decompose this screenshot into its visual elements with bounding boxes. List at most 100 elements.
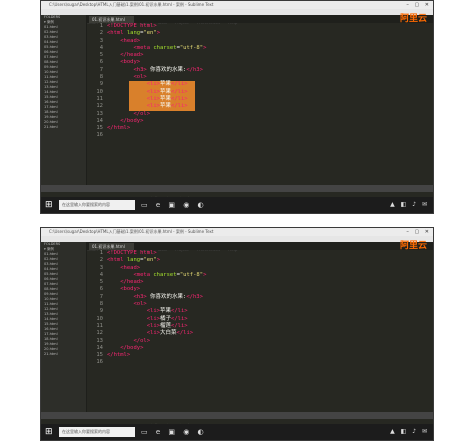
code-token: </body>	[120, 117, 144, 124]
window-controls[interactable]: – ▢ ✕	[406, 229, 431, 235]
code-line: <html lang="en">	[107, 30, 427, 37]
status-bar: Line 11, Column 21; Saved C:\Users\sugar…	[41, 412, 433, 428]
line-number: 14	[96, 344, 103, 351]
sublime-window-2: C:\Users\sugar\Desktop\HTML入门基础\1.案例\01.…	[40, 227, 434, 441]
code-token: >	[203, 44, 207, 51]
system-tray-icons[interactable]: ▲ ◧ ♪ ✉	[390, 427, 429, 437]
line-number: 8	[99, 301, 103, 308]
code-token: 大白菜	[160, 330, 177, 337]
code-line: <head>	[107, 38, 427, 45]
code-token: <html	[107, 30, 127, 37]
line-gutter: 1 2 3 4 5 6 7 8 9 10 11 12 13 14 15 16	[87, 23, 103, 185]
code-token: charset	[153, 271, 177, 278]
code-token: </head>	[120, 52, 144, 59]
code-token: 苹果	[160, 103, 172, 110]
code-line: <li>苹果</li>	[107, 89, 427, 96]
code-line: <h3> 你喜欢的水果:</h3>	[107, 294, 427, 301]
windows-start-icon[interactable]: ⊞	[45, 200, 53, 210]
code-token: 苹果	[160, 81, 172, 88]
code-token: </ol>	[133, 110, 151, 117]
window-controls[interactable]: – ▢ ✕	[406, 2, 431, 8]
code-token: <!DOCTYPE html>	[107, 250, 157, 256]
code-token: <html	[107, 257, 127, 264]
code-token: <li>	[146, 88, 160, 95]
sublime-window-1: C:\Users\sugar\Desktop\HTML入门基础\1.案例\01.…	[40, 0, 434, 214]
code-token: </li>	[171, 315, 188, 322]
line-number: 6	[99, 59, 103, 66]
sidebar: FOLDERS ▾ 案例 01.html 02.html 03.html 04.html 0…	[41, 15, 87, 185]
code-token: <head>	[120, 37, 141, 44]
taskbar-app-icons[interactable]: ▭ e ▣ ◉ ◐	[141, 200, 207, 210]
code-line: </ol>	[107, 338, 427, 345]
code-token: <li>	[146, 322, 160, 329]
line-number: 10	[96, 315, 103, 322]
line-number: 15	[96, 125, 103, 132]
line-number: 11	[96, 95, 103, 102]
line-number: 5	[99, 52, 103, 59]
code-line: <!DOCTYPE html>	[107, 23, 427, 30]
code-token: "utf-8"	[179, 44, 204, 51]
windows-taskbar: ⊞ 在这里输入你要搜索的内容 ▭ e ▣ ◉ ◐ ▲ ◧ ♪ ✉	[41, 197, 433, 213]
code-token: lang	[126, 30, 141, 37]
line-number: 9	[99, 81, 103, 88]
code-line: </body>	[107, 118, 427, 125]
code-line: </html>	[107, 352, 427, 359]
code-token: </li>	[171, 88, 188, 95]
line-gutter: 1 2 3 4 5 6 7 8 9 10 11 12 13 14 15 16	[87, 250, 103, 412]
code-line: <body>	[107, 286, 427, 293]
code-editor[interactable]: <!DOCTYPE html> <html lang="en"> <head> <…	[107, 250, 427, 412]
taskbar-search-input[interactable]: 在这里输入你要搜索的内容	[59, 427, 135, 437]
code-token: <li>	[146, 95, 160, 102]
code-line: <li>大白菜</li>	[107, 330, 427, 337]
code-token: >	[156, 30, 160, 37]
code-line: <html lang="en">	[107, 257, 427, 264]
code-token: </h3>	[186, 293, 203, 300]
code-line: <meta charset="utf-8">	[107, 272, 427, 279]
code-line: </html>	[107, 125, 427, 132]
line-number: 9	[99, 308, 103, 315]
taskbar-search-input[interactable]: 在这里输入你要搜索的内容	[59, 200, 135, 210]
line-number: 13	[96, 110, 103, 117]
line-number: 16	[96, 359, 103, 366]
code-token: </html>	[107, 352, 131, 359]
tab-file[interactable]: 01.初识水果.html	[89, 16, 134, 23]
line-number: 2	[99, 257, 103, 264]
code-token: 苹果	[160, 88, 172, 95]
code-line: <body>	[107, 59, 427, 66]
sidebar-item[interactable]: 21.html	[41, 125, 86, 130]
tab-file[interactable]: 01.初识水果.html	[89, 243, 134, 250]
code-token: </li>	[171, 103, 188, 110]
sidebar-item[interactable]: 21.html	[41, 352, 86, 357]
line-number: 3	[99, 264, 103, 271]
code-token: <li>	[146, 315, 160, 322]
code-editor[interactable]: <!DOCTYPE html> <html lang="en"> <head> <…	[107, 23, 427, 185]
taskbar-app-icons[interactable]: ▭ e ▣ ◉ ◐	[141, 427, 207, 437]
windows-start-icon[interactable]: ⊞	[45, 427, 53, 437]
title-bar: C:\Users\sugar\Desktop\HTML入门基础\1.案例\01.…	[41, 1, 433, 9]
code-line: <li>苹果</li>	[107, 103, 427, 110]
code-token: "utf-8"	[179, 271, 204, 278]
code-token: 你喜欢的水果:	[146, 66, 187, 73]
line-number: 3	[99, 37, 103, 44]
code-token: 苹果	[160, 95, 172, 102]
code-token: <ol>	[133, 301, 147, 308]
window-title: C:\Users\sugar\Desktop\HTML入门基础\1.案例\01.…	[49, 229, 214, 234]
line-number: 4	[99, 44, 103, 51]
code-token: <li>	[146, 103, 160, 110]
code-token: <li>	[146, 81, 160, 88]
system-tray-icons[interactable]: ▲ ◧ ♪ ✉	[390, 200, 429, 210]
line-number: 7	[99, 66, 103, 73]
